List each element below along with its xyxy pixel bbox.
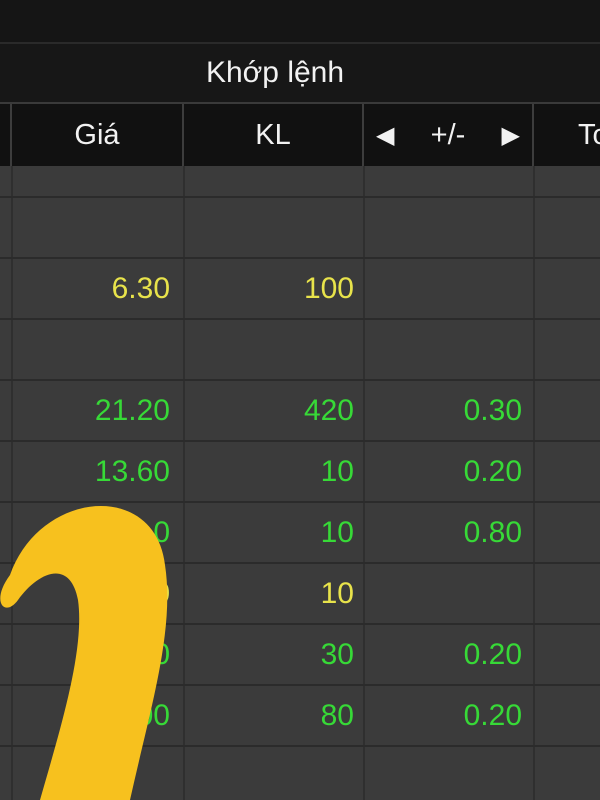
price-cell: 0 xyxy=(153,637,170,671)
volume-cell xyxy=(184,198,364,257)
change-cell: 0.20 xyxy=(463,698,522,732)
price-header-label: Giá xyxy=(74,118,120,151)
table-row[interactable]: 13.60 10 0.20 xyxy=(0,442,600,503)
price-cell: 0 xyxy=(153,576,170,610)
change-header-label: +/- xyxy=(430,118,466,151)
prev-column-header xyxy=(0,104,12,166)
next-column-label: To xyxy=(578,118,600,151)
price-cell: 0 xyxy=(153,515,170,549)
match-order-group-header: Khớp lệnh xyxy=(0,44,600,102)
change-column-header[interactable]: ◀ +/- ▶ xyxy=(364,104,534,166)
table-row[interactable]: 0 10 0.80 xyxy=(0,503,600,564)
change-cell: 0.20 xyxy=(463,637,522,671)
right-arrow-icon[interactable]: ▶ xyxy=(502,121,520,150)
change-cell xyxy=(364,198,534,257)
change-cell: 0.20 xyxy=(463,454,522,488)
table-row[interactable]: 21.20 420 0.30 xyxy=(0,381,600,442)
table-row[interactable] xyxy=(0,320,600,381)
volume-cell: 420 xyxy=(303,393,354,427)
top-bar xyxy=(0,0,600,44)
volume-cell: 10 xyxy=(320,454,354,488)
price-cell: 00 xyxy=(136,698,170,732)
volume-cell: 100 xyxy=(303,271,354,305)
change-cell xyxy=(364,259,534,318)
volume-header-label: KL xyxy=(255,118,291,151)
table-row[interactable] xyxy=(0,198,600,259)
volume-cell: 80 xyxy=(320,698,354,732)
price-cell: 13.60 xyxy=(94,454,170,488)
group-title: Khớp lệnh xyxy=(205,56,345,89)
table-row[interactable]: 00 80 0.20 xyxy=(0,686,600,747)
price-cell xyxy=(12,320,184,379)
price-cell xyxy=(12,198,184,257)
volume-cell xyxy=(184,320,364,379)
change-cell: 0.80 xyxy=(463,515,522,549)
change-cell xyxy=(364,320,534,379)
volume-cell: 10 xyxy=(320,515,354,549)
match-order-table: 6.30 100 21.20 420 0.30 13.60 10 0.20 0 … xyxy=(0,166,600,800)
table-row[interactable]: 0 30 0.20 xyxy=(0,625,600,686)
volume-cell: 30 xyxy=(320,637,354,671)
left-arrow-icon[interactable]: ◀ xyxy=(376,121,394,150)
table-row[interactable]: 6.30 100 xyxy=(0,259,600,320)
change-cell xyxy=(364,564,534,623)
next-column-header: To xyxy=(534,104,600,166)
table-row[interactable]: 0 10 xyxy=(0,564,600,625)
table-row-spacer xyxy=(0,747,600,800)
price-cell: 6.30 xyxy=(111,271,170,305)
price-column-header[interactable]: Giá xyxy=(12,104,184,166)
price-cell: 21.20 xyxy=(94,393,170,427)
volume-cell: 10 xyxy=(320,576,354,610)
table-row-spacer xyxy=(0,166,600,198)
volume-column-header[interactable]: KL xyxy=(184,104,364,166)
change-cell: 0.30 xyxy=(463,393,522,427)
column-header-row: Giá KL ◀ +/- ▶ To xyxy=(0,104,600,166)
